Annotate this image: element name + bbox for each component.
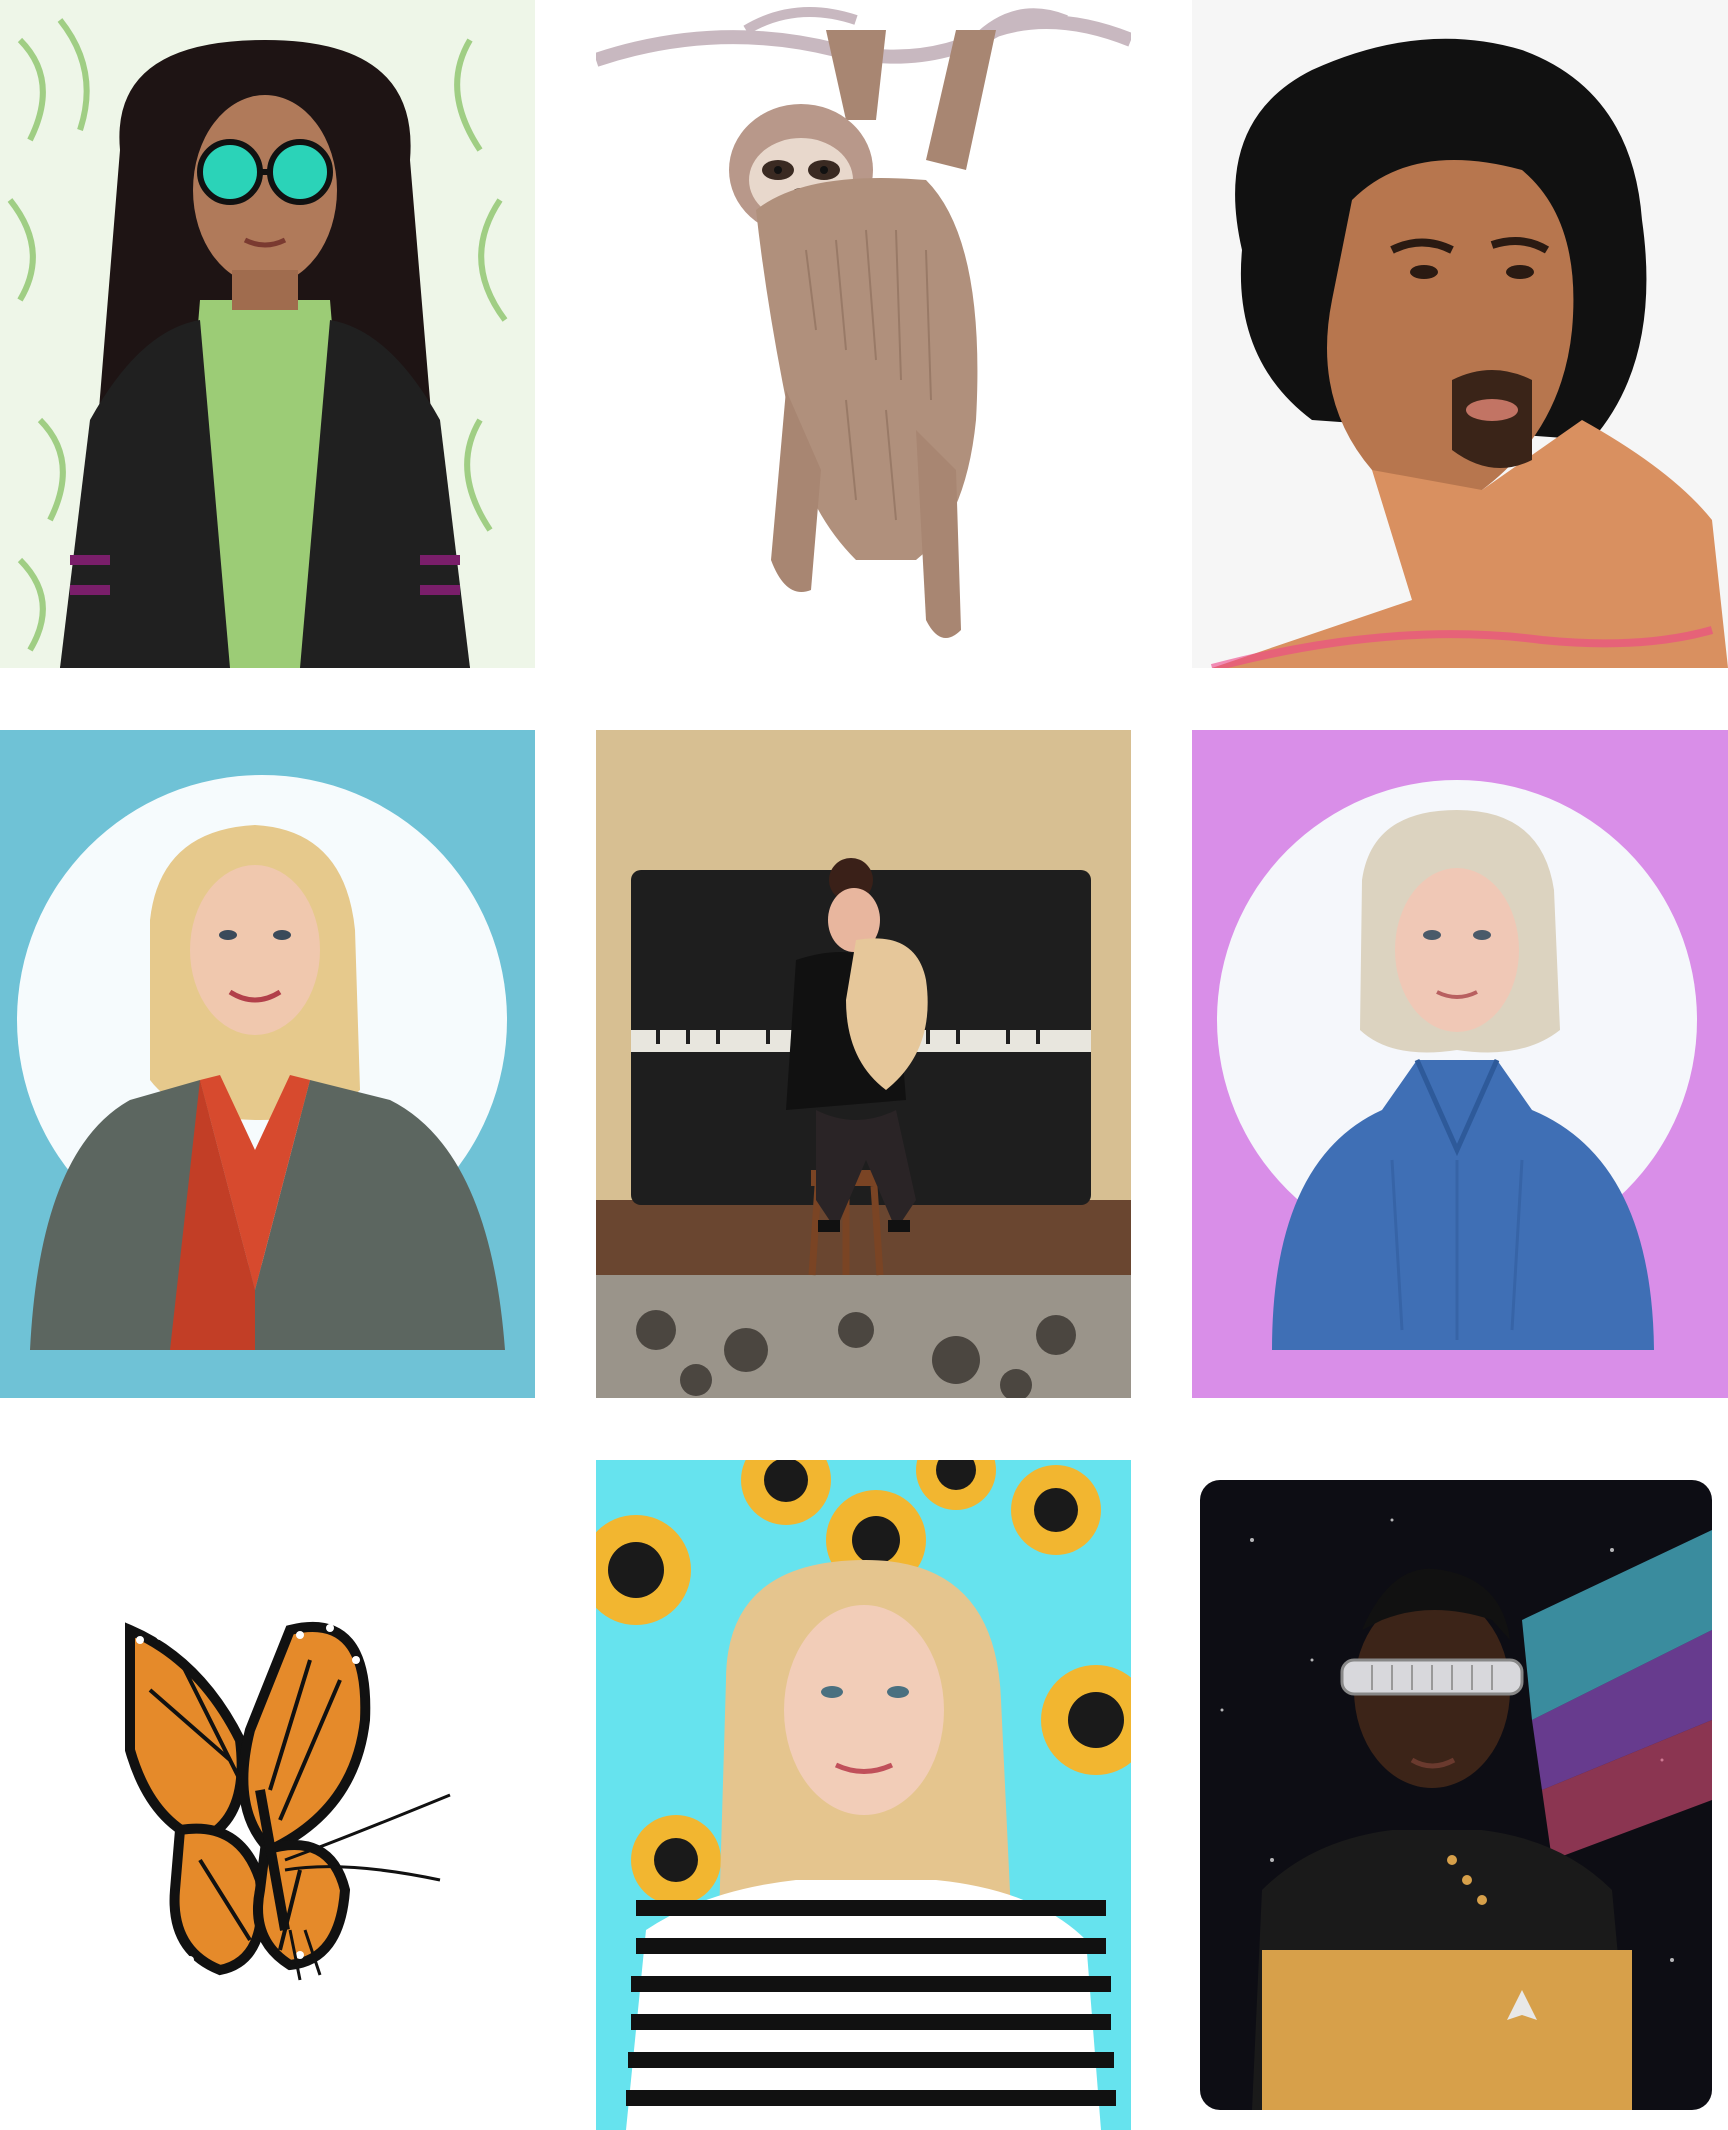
gallery-tile-curly-hair-woman[interactable] [0,0,535,668]
gallery-tile-visor-man[interactable] [1192,1460,1728,2130]
sloth-hanging-branch-illustration-icon [596,0,1131,668]
monarch-butterfly-illustration-icon [0,1460,535,2130]
gallery-tile-sloth[interactable] [596,0,1131,668]
woman-piano-cat-painting-icon [596,730,1131,1398]
portfolio-gallery [0,0,1728,2130]
man-visor-space-uniform-portrait-icon [1192,1460,1728,2130]
gallery-tile-blue-blouse-woman[interactable] [1192,730,1728,1398]
gallery-tile-butterfly[interactable] [0,1460,535,2130]
gallery-tile-piano-woman[interactable] [596,730,1131,1398]
woman-curly-hair-sunglasses-portrait-icon [0,0,535,668]
gallery-tile-blonde-blazer-woman[interactable] [0,730,535,1398]
woman-blonde-blazer-portrait-icon [0,730,535,1398]
gallery-tile-afro-man[interactable] [1192,0,1728,668]
woman-blue-blouse-portrait-icon [1192,730,1728,1398]
gallery-tile-striped-shirt-woman[interactable] [596,1460,1131,2130]
woman-striped-shirt-sunflowers-portrait-icon [596,1460,1131,2130]
man-afro-goatee-portrait-icon [1192,0,1728,668]
